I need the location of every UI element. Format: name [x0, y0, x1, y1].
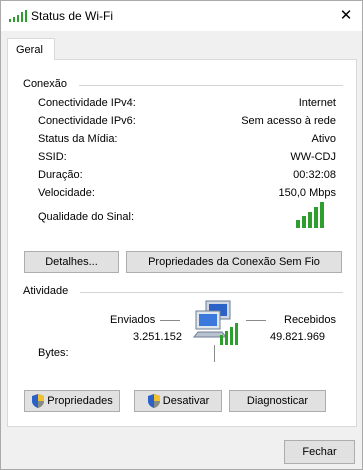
window-title: Status de Wi-Fi [31, 9, 114, 23]
details-button-label: Detalhes... [45, 256, 98, 268]
row-value: Sem acesso à rede [241, 115, 336, 127]
signal-strength-icon [296, 202, 324, 228]
row-label: Conectividade IPv4: [38, 97, 136, 109]
disable-button[interactable]: Desativar [134, 390, 222, 412]
close-button[interactable]: Fechar [284, 440, 355, 464]
wifi-status-window: Status de Wi-Fi ✕ Geral Conexão Conectiv… [0, 0, 363, 470]
received-label: Recebidos [284, 314, 336, 326]
close-button-label: Fechar [302, 446, 337, 458]
info-row-ipv6: Conectividade IPv6: Sem acesso à rede [38, 115, 336, 131]
row-value: 00:32:08 [293, 169, 336, 181]
info-row-ssid: SSID: WW-CDJ [38, 151, 336, 167]
properties-button[interactable]: Propriedades [24, 390, 120, 412]
activity-group-header: Atividade [23, 285, 343, 297]
wireless-properties-label: Propriedades da Conexão Sem Fio [148, 256, 320, 268]
close-icon: ✕ [339, 7, 353, 24]
info-row-speed: Velocidade: 150,0 Mbps [38, 187, 336, 203]
uac-shield-icon [147, 394, 160, 408]
row-value: Internet [298, 97, 336, 109]
info-row-duration: Duração: 00:32:08 [38, 169, 336, 185]
wifi-signal-icon [9, 10, 27, 22]
row-label: Qualidade do Sinal: [38, 211, 135, 223]
activity-connector [214, 345, 215, 362]
tab-panel: Conexão Conectividade IPv4: Internet Con… [7, 59, 357, 427]
tab-geral[interactable]: Geral [7, 38, 55, 60]
row-value: 150,0 Mbps [278, 187, 336, 199]
network-computers-icon [192, 300, 238, 345]
row-label: Conectividade IPv6: [38, 115, 136, 127]
diagnose-button-label: Diagnosticar [246, 395, 309, 407]
divider [79, 84, 343, 86]
details-button[interactable]: Detalhes... [24, 251, 119, 273]
received-connector [246, 320, 266, 321]
connection-heading: Conexão [23, 78, 68, 90]
info-row-ipv4: Conectividade IPv4: Internet [38, 97, 336, 113]
uac-shield-icon [32, 394, 45, 408]
row-label: Duração: [38, 169, 83, 181]
sent-value: 3.251.152 [133, 331, 182, 343]
row-label: Velocidade: [38, 187, 95, 199]
info-row-signal-quality: Qualidade do Sinal: [38, 211, 336, 227]
diagnose-button[interactable]: Diagnosticar [229, 390, 326, 412]
title-bar[interactable]: Status de Wi-Fi ✕ [1, 1, 362, 31]
divider [80, 291, 343, 293]
row-label: SSID: [38, 151, 67, 163]
sent-label: Enviados [110, 314, 156, 326]
properties-button-label: Propriedades [47, 395, 113, 407]
close-window-button[interactable]: ✕ [334, 3, 358, 27]
received-value: 49.821.969 [270, 331, 326, 343]
sent-connector [160, 320, 180, 321]
activity-heading: Atividade [23, 285, 69, 297]
connection-group-header: Conexão [23, 78, 343, 90]
disable-button-label: Desativar [162, 395, 210, 407]
info-row-media-status: Status da Mídia: Ativo [38, 133, 336, 149]
row-value: WW-CDJ [290, 151, 336, 163]
tab-label: Geral [16, 44, 43, 56]
row-value: Ativo [311, 133, 336, 145]
bytes-label: Bytes: [38, 347, 69, 359]
row-label: Status da Mídia: [38, 133, 118, 145]
wireless-properties-button[interactable]: Propriedades da Conexão Sem Fio [126, 251, 342, 273]
